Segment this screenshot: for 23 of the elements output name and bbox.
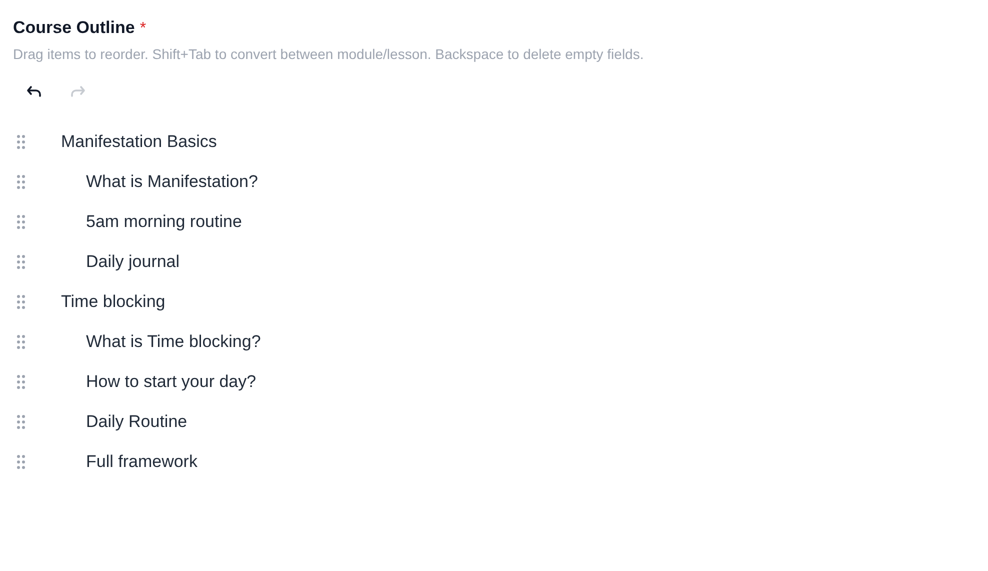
redo-icon — [68, 83, 86, 99]
drag-handle-icon[interactable] — [17, 175, 25, 189]
lesson-title-field[interactable]: Full framework — [86, 450, 198, 474]
drag-handle-icon[interactable] — [17, 135, 25, 149]
drag-handle-icon[interactable] — [17, 455, 25, 469]
drag-handle-icon[interactable] — [17, 335, 25, 349]
module-title-field[interactable]: Manifestation Basics — [61, 130, 217, 154]
drag-handle-icon[interactable] — [17, 415, 25, 429]
undo-icon — [26, 83, 44, 99]
drag-handle-icon[interactable] — [17, 375, 25, 389]
lesson-title-field[interactable]: How to start your day? — [86, 370, 256, 394]
lesson-title-field[interactable]: Daily Routine — [86, 410, 188, 434]
module-title-field[interactable]: Time blocking — [61, 290, 166, 314]
lesson-title-field[interactable]: What is Manifestation? — [86, 170, 258, 194]
lesson-title-field[interactable]: What is Time blocking? — [86, 330, 261, 354]
hint-text: Drag items to reorder. Shift+Tab to convert between module/lesson. Backspace to delete empty fields. — [13, 46, 645, 62]
field-label: Course Outline — [13, 18, 135, 38]
drag-handle-icon[interactable] — [17, 215, 25, 229]
lesson-title-field[interactable]: Daily journal — [86, 250, 180, 274]
drag-handle-icon[interactable] — [17, 295, 25, 309]
drag-handle-icon[interactable] — [17, 255, 25, 269]
lesson-title-field[interactable]: 5am morning routine — [86, 210, 242, 234]
required-mark: * — [140, 20, 146, 38]
